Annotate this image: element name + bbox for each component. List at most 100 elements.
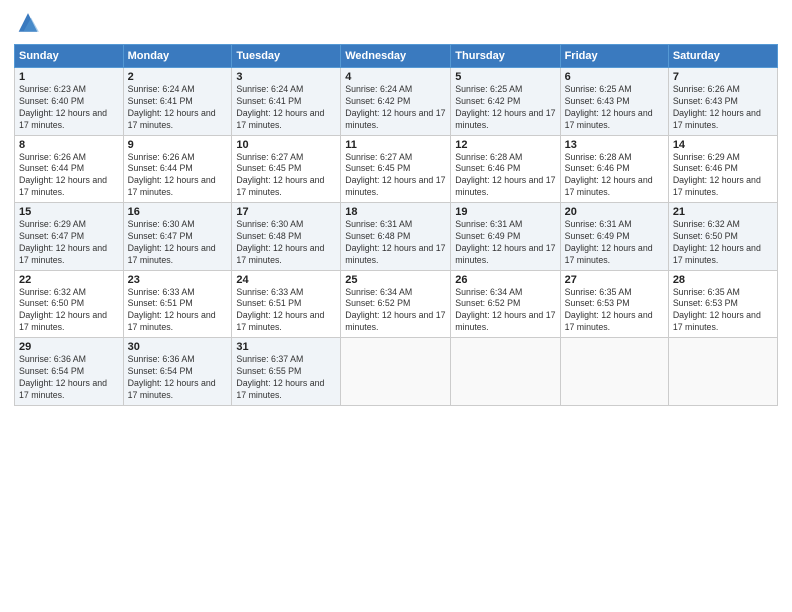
calendar-cell: 2 Sunrise: 6:24 AMSunset: 6:41 PMDayligh… <box>123 68 232 136</box>
calendar-cell: 29 Sunrise: 6:36 AMSunset: 6:54 PMDaylig… <box>15 338 124 406</box>
calendar-cell <box>560 338 668 406</box>
day-info: Sunrise: 6:26 AMSunset: 6:44 PMDaylight:… <box>128 152 216 198</box>
week-row-2: 8 Sunrise: 6:26 AMSunset: 6:44 PMDayligh… <box>15 135 778 203</box>
calendar-cell: 17 Sunrise: 6:30 AMSunset: 6:48 PMDaylig… <box>232 203 341 271</box>
day-info: Sunrise: 6:25 AMSunset: 6:43 PMDaylight:… <box>565 84 653 130</box>
header-cell-monday: Monday <box>123 45 232 68</box>
calendar-cell: 28 Sunrise: 6:35 AMSunset: 6:53 PMDaylig… <box>668 270 777 338</box>
day-number: 21 <box>673 206 773 218</box>
day-info: Sunrise: 6:34 AMSunset: 6:52 PMDaylight:… <box>455 287 555 333</box>
header-cell-wednesday: Wednesday <box>341 45 451 68</box>
day-number: 18 <box>345 206 446 218</box>
day-number: 15 <box>19 206 119 218</box>
calendar-cell: 31 Sunrise: 6:37 AMSunset: 6:55 PMDaylig… <box>232 338 341 406</box>
calendar-cell: 7 Sunrise: 6:26 AMSunset: 6:43 PMDayligh… <box>668 68 777 136</box>
day-number: 8 <box>19 139 119 151</box>
day-number: 20 <box>565 206 664 218</box>
day-number: 10 <box>236 139 336 151</box>
calendar-cell: 15 Sunrise: 6:29 AMSunset: 6:47 PMDaylig… <box>15 203 124 271</box>
calendar-cell: 9 Sunrise: 6:26 AMSunset: 6:44 PMDayligh… <box>123 135 232 203</box>
week-row-5: 29 Sunrise: 6:36 AMSunset: 6:54 PMDaylig… <box>15 338 778 406</box>
calendar-cell: 16 Sunrise: 6:30 AMSunset: 6:47 PMDaylig… <box>123 203 232 271</box>
day-info: Sunrise: 6:24 AMSunset: 6:42 PMDaylight:… <box>345 84 445 130</box>
day-info: Sunrise: 6:35 AMSunset: 6:53 PMDaylight:… <box>565 287 653 333</box>
day-info: Sunrise: 6:28 AMSunset: 6:46 PMDaylight:… <box>455 152 555 198</box>
calendar-cell: 27 Sunrise: 6:35 AMSunset: 6:53 PMDaylig… <box>560 270 668 338</box>
day-info: Sunrise: 6:24 AMSunset: 6:41 PMDaylight:… <box>128 84 216 130</box>
day-info: Sunrise: 6:33 AMSunset: 6:51 PMDaylight:… <box>128 287 216 333</box>
day-number: 2 <box>128 71 228 83</box>
header <box>14 10 778 38</box>
calendar-cell: 6 Sunrise: 6:25 AMSunset: 6:43 PMDayligh… <box>560 68 668 136</box>
day-info: Sunrise: 6:29 AMSunset: 6:47 PMDaylight:… <box>19 219 107 265</box>
day-info: Sunrise: 6:32 AMSunset: 6:50 PMDaylight:… <box>19 287 107 333</box>
calendar-body: 1 Sunrise: 6:23 AMSunset: 6:40 PMDayligh… <box>15 68 778 406</box>
header-row: SundayMondayTuesdayWednesdayThursdayFrid… <box>15 45 778 68</box>
day-number: 25 <box>345 274 446 286</box>
calendar-cell: 12 Sunrise: 6:28 AMSunset: 6:46 PMDaylig… <box>451 135 560 203</box>
day-number: 1 <box>19 71 119 83</box>
calendar-cell: 10 Sunrise: 6:27 AMSunset: 6:45 PMDaylig… <box>232 135 341 203</box>
day-info: Sunrise: 6:35 AMSunset: 6:53 PMDaylight:… <box>673 287 761 333</box>
day-info: Sunrise: 6:31 AMSunset: 6:49 PMDaylight:… <box>565 219 653 265</box>
day-number: 28 <box>673 274 773 286</box>
calendar-cell: 8 Sunrise: 6:26 AMSunset: 6:44 PMDayligh… <box>15 135 124 203</box>
day-info: Sunrise: 6:30 AMSunset: 6:48 PMDaylight:… <box>236 219 324 265</box>
day-number: 14 <box>673 139 773 151</box>
day-info: Sunrise: 6:36 AMSunset: 6:54 PMDaylight:… <box>128 354 216 400</box>
day-info: Sunrise: 6:23 AMSunset: 6:40 PMDaylight:… <box>19 84 107 130</box>
day-number: 7 <box>673 71 773 83</box>
day-number: 4 <box>345 71 446 83</box>
day-number: 30 <box>128 341 228 353</box>
calendar-cell: 1 Sunrise: 6:23 AMSunset: 6:40 PMDayligh… <box>15 68 124 136</box>
calendar-cell: 18 Sunrise: 6:31 AMSunset: 6:48 PMDaylig… <box>341 203 451 271</box>
day-info: Sunrise: 6:33 AMSunset: 6:51 PMDaylight:… <box>236 287 324 333</box>
day-info: Sunrise: 6:25 AMSunset: 6:42 PMDaylight:… <box>455 84 555 130</box>
day-number: 23 <box>128 274 228 286</box>
day-info: Sunrise: 6:37 AMSunset: 6:55 PMDaylight:… <box>236 354 324 400</box>
calendar-cell: 21 Sunrise: 6:32 AMSunset: 6:50 PMDaylig… <box>668 203 777 271</box>
day-number: 29 <box>19 341 119 353</box>
day-info: Sunrise: 6:34 AMSunset: 6:52 PMDaylight:… <box>345 287 445 333</box>
calendar-cell <box>451 338 560 406</box>
day-number: 22 <box>19 274 119 286</box>
day-info: Sunrise: 6:31 AMSunset: 6:48 PMDaylight:… <box>345 219 445 265</box>
week-row-3: 15 Sunrise: 6:29 AMSunset: 6:47 PMDaylig… <box>15 203 778 271</box>
day-info: Sunrise: 6:36 AMSunset: 6:54 PMDaylight:… <box>19 354 107 400</box>
day-number: 9 <box>128 139 228 151</box>
header-cell-friday: Friday <box>560 45 668 68</box>
day-number: 17 <box>236 206 336 218</box>
calendar-cell: 4 Sunrise: 6:24 AMSunset: 6:42 PMDayligh… <box>341 68 451 136</box>
calendar-table: SundayMondayTuesdayWednesdayThursdayFrid… <box>14 44 778 406</box>
calendar-cell: 3 Sunrise: 6:24 AMSunset: 6:41 PMDayligh… <box>232 68 341 136</box>
day-info: Sunrise: 6:26 AMSunset: 6:43 PMDaylight:… <box>673 84 761 130</box>
day-number: 12 <box>455 139 555 151</box>
logo-icon <box>14 10 42 38</box>
page: SundayMondayTuesdayWednesdayThursdayFrid… <box>0 0 792 612</box>
calendar-cell: 5 Sunrise: 6:25 AMSunset: 6:42 PMDayligh… <box>451 68 560 136</box>
day-info: Sunrise: 6:27 AMSunset: 6:45 PMDaylight:… <box>345 152 445 198</box>
calendar-header: SundayMondayTuesdayWednesdayThursdayFrid… <box>15 45 778 68</box>
calendar-cell <box>341 338 451 406</box>
calendar-cell: 25 Sunrise: 6:34 AMSunset: 6:52 PMDaylig… <box>341 270 451 338</box>
calendar-cell: 19 Sunrise: 6:31 AMSunset: 6:49 PMDaylig… <box>451 203 560 271</box>
week-row-4: 22 Sunrise: 6:32 AMSunset: 6:50 PMDaylig… <box>15 270 778 338</box>
day-info: Sunrise: 6:24 AMSunset: 6:41 PMDaylight:… <box>236 84 324 130</box>
day-number: 5 <box>455 71 555 83</box>
day-number: 26 <box>455 274 555 286</box>
calendar-cell: 26 Sunrise: 6:34 AMSunset: 6:52 PMDaylig… <box>451 270 560 338</box>
day-info: Sunrise: 6:30 AMSunset: 6:47 PMDaylight:… <box>128 219 216 265</box>
day-info: Sunrise: 6:29 AMSunset: 6:46 PMDaylight:… <box>673 152 761 198</box>
calendar-cell: 14 Sunrise: 6:29 AMSunset: 6:46 PMDaylig… <box>668 135 777 203</box>
calendar-cell: 30 Sunrise: 6:36 AMSunset: 6:54 PMDaylig… <box>123 338 232 406</box>
calendar-cell: 24 Sunrise: 6:33 AMSunset: 6:51 PMDaylig… <box>232 270 341 338</box>
day-number: 16 <box>128 206 228 218</box>
calendar-cell: 11 Sunrise: 6:27 AMSunset: 6:45 PMDaylig… <box>341 135 451 203</box>
header-cell-thursday: Thursday <box>451 45 560 68</box>
day-info: Sunrise: 6:28 AMSunset: 6:46 PMDaylight:… <box>565 152 653 198</box>
week-row-1: 1 Sunrise: 6:23 AMSunset: 6:40 PMDayligh… <box>15 68 778 136</box>
day-number: 31 <box>236 341 336 353</box>
calendar-cell: 22 Sunrise: 6:32 AMSunset: 6:50 PMDaylig… <box>15 270 124 338</box>
header-cell-sunday: Sunday <box>15 45 124 68</box>
day-number: 3 <box>236 71 336 83</box>
